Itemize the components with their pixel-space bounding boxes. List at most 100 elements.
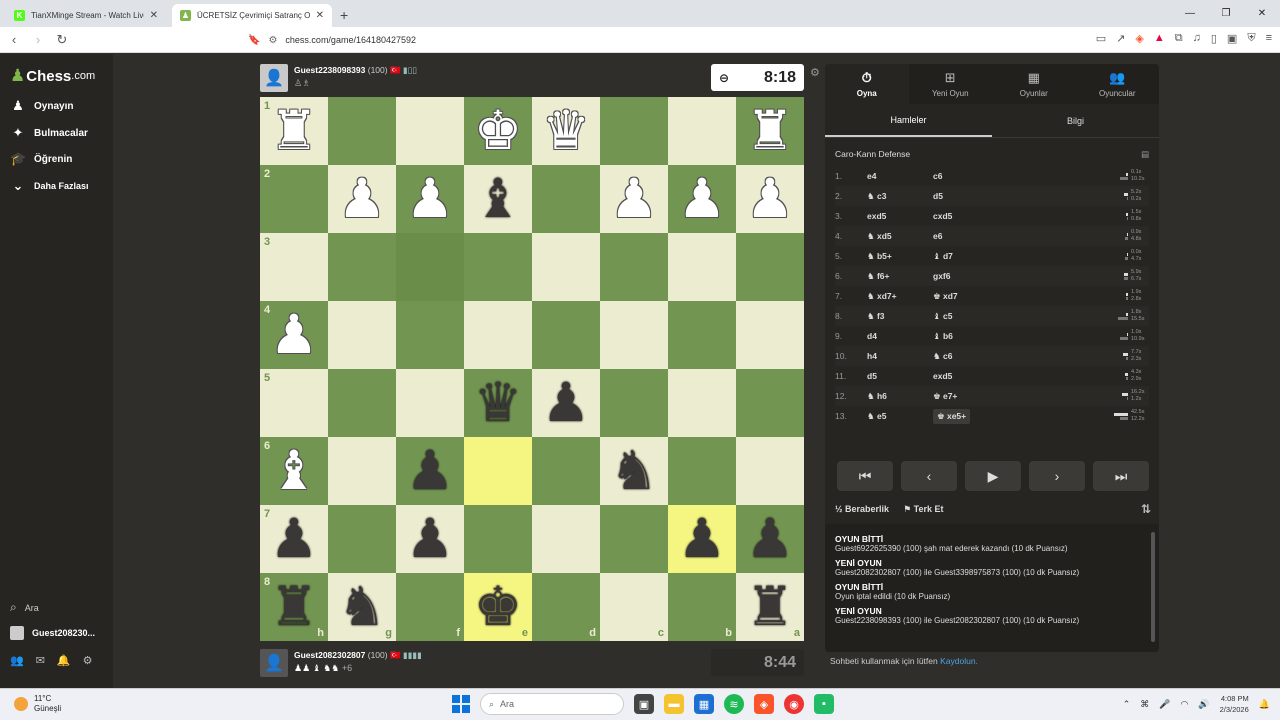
board-square[interactable]: ♟ (736, 505, 804, 573)
board-square[interactable]: ♟ (396, 165, 464, 233)
system-clock[interactable]: 4:08 PM 2/3/2026 (1220, 693, 1249, 715)
wifi-icon[interactable]: ◠ (1181, 699, 1189, 710)
board-square[interactable]: ♟ (600, 165, 668, 233)
black-rook-icon[interactable]: ♜ (746, 580, 794, 634)
white-move[interactable]: d4 (867, 331, 933, 341)
address-bar[interactable]: 🔖 ⚙ chess.com/game/164180427592 (248, 30, 992, 50)
white-move[interactable]: h4 (867, 351, 933, 361)
board-square[interactable]: ♝ (464, 165, 532, 233)
board-square[interactable] (464, 505, 532, 573)
board-square[interactable]: ♚ (464, 97, 532, 165)
white-pawn-icon[interactable]: ♟ (338, 172, 386, 226)
board-square[interactable]: b (668, 573, 736, 641)
white-move[interactable]: ♞ xd5 (867, 231, 933, 242)
board-square[interactable]: ♞ (600, 437, 668, 505)
white-move[interactable]: ♞ f3 (867, 311, 933, 322)
brave-rewards-icon[interactable]: ▲ (1154, 32, 1165, 45)
close-icon[interactable]: ✕ (1244, 0, 1280, 27)
chess-board[interactable]: 1 ♜ ♚ ♛ ♜ 2 ♟ ♟ ♝ ♟ ♟ ♟ 3 4 ♟ 5 ♛ ♟ 6 ♝ ♟ ♞ 7 ♟ ♟ ♟ ♟ 8 h ♜ g ♞ f e ♚ d c b a ♜ (260, 97, 804, 641)
url-text[interactable]: chess.com/game/164180427592 (285, 35, 416, 45)
white-move[interactable]: ♞ xd7+ (867, 291, 933, 302)
last-move-button[interactable]: ⏭ (1093, 461, 1149, 491)
extensions-icon[interactable]: ⧉ (1175, 32, 1183, 45)
chat-scrollbar[interactable] (1151, 532, 1155, 642)
store-icon[interactable]: ▦ (694, 694, 714, 714)
board-square[interactable]: ♟ (736, 165, 804, 233)
previous-move-button[interactable]: ‹ (901, 461, 957, 491)
board-square[interactable] (328, 233, 396, 301)
board-square[interactable] (328, 301, 396, 369)
sidebar-item-öğrenin[interactable]: 🎓 Öğrenin (10, 151, 72, 167)
friends-icon[interactable]: 👥 (10, 654, 24, 667)
browser-tab[interactable]: ♟ ÜCRETSİZ Çevrimiçi Satranç Oyna ✕ (172, 4, 332, 27)
chrome-icon[interactable]: ◉ (784, 694, 804, 714)
board-square[interactable] (736, 369, 804, 437)
board-square[interactable]: g ♞ (328, 573, 396, 641)
volume-icon[interactable]: 🔊 (1198, 699, 1209, 710)
draw-button[interactable]: ½ Beraberlik (835, 504, 889, 514)
white-rook-icon[interactable]: ♜ (746, 104, 794, 158)
tab-moves[interactable]: Hamleler (825, 104, 992, 137)
board-square[interactable]: ♟ (396, 505, 464, 573)
board-square[interactable] (600, 301, 668, 369)
board-square[interactable] (736, 233, 804, 301)
board-square[interactable] (532, 233, 600, 301)
notification-bell-icon[interactable]: 🔔 (1259, 699, 1270, 710)
chevron-up-icon[interactable]: ⌃ (1123, 699, 1131, 710)
board-square[interactable]: 7 ♟ (260, 505, 328, 573)
board-square[interactable] (736, 437, 804, 505)
board-square[interactable] (668, 233, 736, 301)
minimize-icon[interactable]: — (1172, 0, 1208, 27)
black-move[interactable]: ♚ xe5+ (933, 408, 971, 424)
white-move[interactable]: ♞ b5+ (867, 251, 933, 262)
avatar[interactable]: 👤 (260, 649, 288, 677)
board-square[interactable] (328, 505, 396, 573)
brave-shield-icon[interactable]: ◈ (1135, 32, 1143, 45)
board-square[interactable]: ♛ (532, 97, 600, 165)
board-square[interactable] (532, 505, 600, 573)
restore-icon[interactable]: ❐ (1208, 0, 1244, 27)
tab-oyuncular[interactable]: 👥 Oyuncular (1076, 64, 1160, 104)
opening-name[interactable]: Caro-Kann Defense (835, 149, 910, 159)
wallet-icon[interactable]: ▣ (1227, 32, 1237, 45)
black-pawn-icon[interactable]: ♟ (746, 512, 794, 566)
messages-icon[interactable]: ✉ (36, 654, 45, 667)
white-pawn-icon[interactable]: ♟ (270, 308, 318, 362)
sidebar-search[interactable]: ⌕ Ara (10, 600, 39, 615)
board-square[interactable] (328, 97, 396, 165)
menu-icon[interactable]: ≡ (1266, 32, 1272, 45)
board-square[interactable] (600, 369, 668, 437)
board-square[interactable]: ♟ (396, 437, 464, 505)
black-rook-icon[interactable]: ♜ (270, 580, 318, 634)
white-move[interactable]: ♞ h6 (867, 391, 933, 402)
sidebar-toggle-icon[interactable]: ▯ (1211, 32, 1217, 45)
white-pawn-icon[interactable]: ♟ (610, 172, 658, 226)
vpn-icon[interactable]: ⛨ (1247, 32, 1255, 45)
board-square[interactable]: e ♚ (464, 573, 532, 641)
board-square[interactable]: ♟ (668, 505, 736, 573)
white-pawn-icon[interactable]: ♟ (746, 172, 794, 226)
board-square[interactable]: 1 ♜ (260, 97, 328, 165)
black-move[interactable]: ♝ d7 (933, 251, 999, 262)
black-knight-icon[interactable]: ♞ (610, 444, 658, 498)
brave-icon[interactable]: ◈ (754, 694, 774, 714)
black-pawn-icon[interactable]: ♟ (406, 444, 454, 498)
white-move[interactable]: ♞ e5 (867, 411, 933, 422)
board-square[interactable]: d (532, 573, 600, 641)
chess-logo[interactable]: ♟ Chess .com (10, 66, 95, 86)
taskbar-search[interactable]: ⌕ Ara (480, 693, 624, 715)
black-move[interactable]: exd5 (933, 371, 999, 381)
black-move[interactable]: d5 (933, 191, 999, 201)
black-move[interactable]: ♚ xd7 (933, 291, 999, 302)
black-king-icon[interactable]: ♚ (474, 580, 522, 634)
next-move-button[interactable]: › (1029, 461, 1085, 491)
share-icon[interactable]: ↗ (1116, 32, 1125, 45)
board-square[interactable] (396, 301, 464, 369)
board-square[interactable] (600, 97, 668, 165)
screenshot-icon[interactable]: ▭ (1096, 32, 1106, 45)
board-square[interactable] (532, 437, 600, 505)
black-pawn-icon[interactable]: ♟ (678, 512, 726, 566)
board-square[interactable]: c (600, 573, 668, 641)
media-icon[interactable]: ♫ (1193, 32, 1201, 45)
black-queen-icon[interactable]: ♛ (474, 376, 522, 430)
